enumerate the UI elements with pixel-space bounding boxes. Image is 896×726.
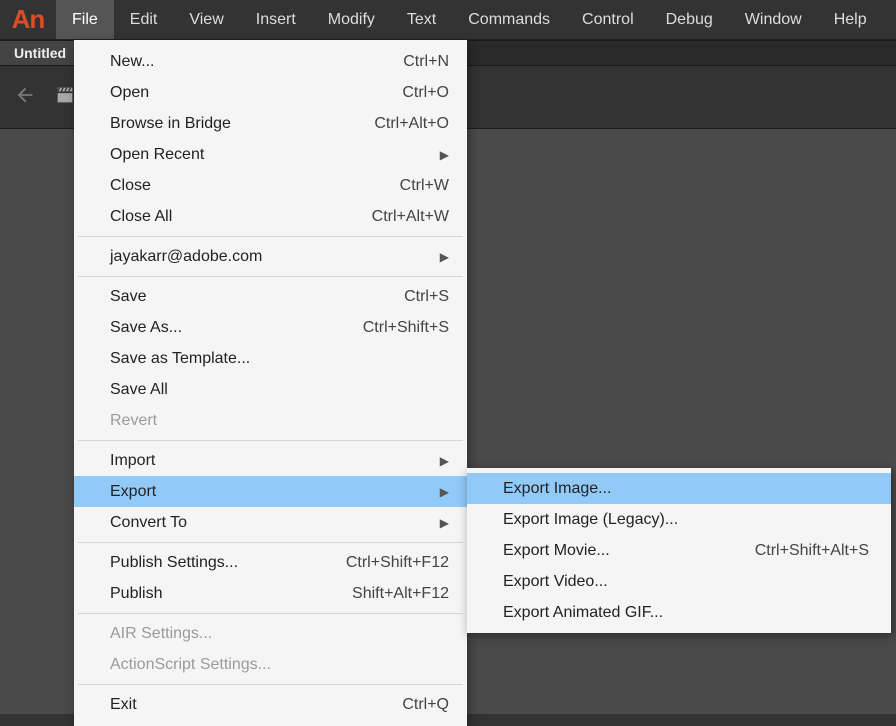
menu-help[interactable]: Help bbox=[818, 0, 883, 39]
menu-close-shortcut: Ctrl+W bbox=[400, 177, 449, 195]
menu-separator bbox=[78, 236, 463, 237]
menu-publish-settings-shortcut: Ctrl+Shift+F12 bbox=[346, 554, 449, 572]
chevron-right-icon: ▶ bbox=[440, 148, 449, 162]
menu-open-shortcut: Ctrl+O bbox=[402, 84, 449, 102]
menu-commands[interactable]: Commands bbox=[452, 0, 566, 39]
menu-save-all[interactable]: Save All bbox=[74, 374, 467, 405]
menu-export-gif-label: Export Animated GIF... bbox=[503, 604, 663, 622]
menu-save-template[interactable]: Save as Template... bbox=[74, 343, 467, 374]
menu-export-gif[interactable]: Export Animated GIF... bbox=[467, 597, 891, 628]
menu-view[interactable]: View bbox=[173, 0, 239, 39]
menu-account[interactable]: jayakarr@adobe.com ▶ bbox=[74, 241, 467, 272]
menu-close-all-label: Close All bbox=[110, 208, 172, 226]
menu-close-all[interactable]: Close All Ctrl+Alt+W bbox=[74, 201, 467, 232]
chevron-right-icon: ▶ bbox=[440, 485, 449, 499]
menu-modify[interactable]: Modify bbox=[312, 0, 391, 39]
menu-export-movie-label: Export Movie... bbox=[503, 542, 610, 560]
menu-publish-settings[interactable]: Publish Settings... Ctrl+Shift+F12 bbox=[74, 547, 467, 578]
clapperboard-icon[interactable] bbox=[54, 84, 76, 111]
menu-new-shortcut: Ctrl+N bbox=[403, 53, 449, 71]
menu-save-template-label: Save as Template... bbox=[110, 350, 250, 368]
menu-separator bbox=[78, 613, 463, 614]
chevron-right-icon: ▶ bbox=[440, 454, 449, 468]
menu-account-label: jayakarr@adobe.com bbox=[110, 248, 262, 266]
menu-close[interactable]: Close Ctrl+W bbox=[74, 170, 467, 201]
menu-save-as-label: Save As... bbox=[110, 319, 182, 337]
menu-save-shortcut: Ctrl+S bbox=[404, 288, 449, 306]
menu-export-video[interactable]: Export Video... bbox=[467, 566, 891, 597]
menu-browse-bridge-shortcut: Ctrl+Alt+O bbox=[374, 115, 449, 133]
menu-edit[interactable]: Edit bbox=[114, 0, 174, 39]
menu-exit-label: Exit bbox=[110, 696, 137, 714]
menubar: An File Edit View Insert Modify Text Com… bbox=[0, 0, 896, 40]
menu-export-video-label: Export Video... bbox=[503, 573, 608, 591]
menu-export-image-label: Export Image... bbox=[503, 480, 612, 498]
chevron-right-icon: ▶ bbox=[440, 516, 449, 530]
file-dropdown: New... Ctrl+N Open Ctrl+O Browse in Brid… bbox=[74, 40, 467, 726]
menu-export-image-legacy[interactable]: Export Image (Legacy)... bbox=[467, 504, 891, 535]
menu-export[interactable]: Export ▶ bbox=[74, 476, 467, 507]
menu-convert-to-label: Convert To bbox=[110, 514, 187, 532]
menu-save-as[interactable]: Save As... Ctrl+Shift+S bbox=[74, 312, 467, 343]
menu-revert: Revert bbox=[74, 405, 467, 436]
menu-air-settings: AIR Settings... bbox=[74, 618, 467, 649]
menu-separator bbox=[78, 684, 463, 685]
menu-export-image[interactable]: Export Image... bbox=[467, 473, 891, 504]
menu-exit-shortcut: Ctrl+Q bbox=[402, 696, 449, 714]
menu-separator bbox=[78, 542, 463, 543]
menu-new-label: New... bbox=[110, 53, 154, 71]
menu-text[interactable]: Text bbox=[391, 0, 452, 39]
menu-convert-to[interactable]: Convert To ▶ bbox=[74, 507, 467, 538]
menu-air-settings-label: AIR Settings... bbox=[110, 625, 212, 643]
menu-save[interactable]: Save Ctrl+S bbox=[74, 281, 467, 312]
menu-separator bbox=[78, 276, 463, 277]
menu-open[interactable]: Open Ctrl+O bbox=[74, 77, 467, 108]
menu-save-label: Save bbox=[110, 288, 146, 306]
menu-close-label: Close bbox=[110, 177, 151, 195]
menu-publish[interactable]: Publish Shift+Alt+F12 bbox=[74, 578, 467, 609]
menu-publish-settings-label: Publish Settings... bbox=[110, 554, 238, 572]
menu-separator bbox=[78, 440, 463, 441]
menu-revert-label: Revert bbox=[110, 412, 157, 430]
export-submenu: Export Image... Export Image (Legacy)...… bbox=[467, 468, 891, 633]
menu-debug[interactable]: Debug bbox=[650, 0, 729, 39]
menu-open-label: Open bbox=[110, 84, 149, 102]
menu-browse-bridge[interactable]: Browse in Bridge Ctrl+Alt+O bbox=[74, 108, 467, 139]
menu-import-label: Import bbox=[110, 452, 155, 470]
app-logo: An bbox=[0, 0, 56, 39]
back-arrow-icon[interactable] bbox=[14, 84, 36, 111]
menu-save-all-label: Save All bbox=[110, 381, 168, 399]
menu-export-movie[interactable]: Export Movie... Ctrl+Shift+Alt+S bbox=[467, 535, 891, 566]
menu-open-recent-label: Open Recent bbox=[110, 146, 204, 164]
menu-export-label: Export bbox=[110, 483, 156, 501]
chevron-right-icon: ▶ bbox=[440, 250, 449, 264]
menu-export-movie-shortcut: Ctrl+Shift+Alt+S bbox=[755, 542, 869, 560]
menu-open-recent[interactable]: Open Recent ▶ bbox=[74, 139, 467, 170]
document-tab[interactable]: Untitled bbox=[0, 41, 81, 65]
menu-import[interactable]: Import ▶ bbox=[74, 445, 467, 476]
menu-new[interactable]: New... Ctrl+N bbox=[74, 46, 467, 77]
menu-file[interactable]: File bbox=[56, 0, 114, 39]
menu-window[interactable]: Window bbox=[729, 0, 818, 39]
menu-close-all-shortcut: Ctrl+Alt+W bbox=[372, 208, 449, 226]
menu-export-image-legacy-label: Export Image (Legacy)... bbox=[503, 511, 678, 529]
menu-control[interactable]: Control bbox=[566, 0, 650, 39]
menu-publish-label: Publish bbox=[110, 585, 162, 603]
menu-publish-shortcut: Shift+Alt+F12 bbox=[352, 585, 449, 603]
menu-actionscript-settings-label: ActionScript Settings... bbox=[110, 656, 271, 674]
menu-insert[interactable]: Insert bbox=[240, 0, 312, 39]
menu-browse-bridge-label: Browse in Bridge bbox=[110, 115, 231, 133]
menu-actionscript-settings: ActionScript Settings... bbox=[74, 649, 467, 680]
menu-save-as-shortcut: Ctrl+Shift+S bbox=[363, 319, 449, 337]
menu-exit[interactable]: Exit Ctrl+Q bbox=[74, 689, 467, 720]
